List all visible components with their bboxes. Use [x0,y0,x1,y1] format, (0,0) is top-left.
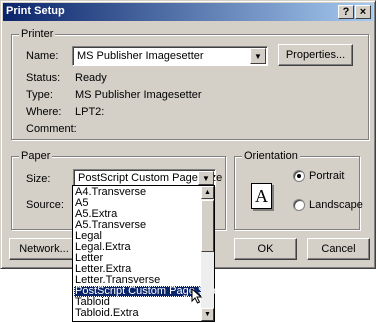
page-orientation-icon: A [251,183,272,209]
printer-name-value: MS Publisher Imagesetter [77,50,204,62]
title-bar: Print Setup ? × [3,3,373,21]
scroll-up-icon[interactable]: ▲ [201,186,214,199]
portrait-label[interactable]: Portrait [309,170,344,183]
printer-group-label: Printer [19,28,56,40]
where-label: Where: [26,106,62,118]
size-label: Size: [26,173,51,185]
type-value: MS Publisher Imagesetter [75,89,202,101]
where-value: LPT2: [75,106,105,118]
cancel-button[interactable]: Cancel [307,238,370,260]
scroll-down-icon[interactable]: ▼ [201,308,214,321]
scroll-thumb[interactable] [201,200,214,252]
landscape-radio[interactable] [293,199,305,211]
name-label: Name: [26,50,59,62]
network-button[interactable]: Network... [9,238,79,260]
properties-button[interactable]: Properties... [278,44,353,66]
help-button[interactable]: ? [338,5,354,19]
close-button[interactable]: × [355,5,371,19]
source-label: Source: [26,199,64,211]
status-value: Ready [75,72,107,84]
ok-button[interactable]: OK [234,238,297,260]
orientation-group-label: Orientation [242,150,300,162]
portrait-radio[interactable] [293,170,305,182]
comment-label: Comment: [26,123,77,135]
dropdown-arrow-icon[interactable]: ▼ [198,171,214,185]
window-title: Print Setup [6,5,65,17]
landscape-label[interactable]: Landscape [309,199,363,212]
paper-group-label: Paper [19,150,53,162]
type-label: Type: [26,89,53,101]
status-label: Status: [26,72,61,84]
list-item[interactable]: A4.Transverse [74,187,201,198]
dropdown-arrow-icon[interactable]: ▼ [250,48,266,64]
printer-name-select[interactable]: MS Publisher Imagesetter ▼ [72,46,268,66]
list-item[interactable]: Tabloid.Extra [74,308,201,319]
mouse-cursor-icon [191,288,203,304]
